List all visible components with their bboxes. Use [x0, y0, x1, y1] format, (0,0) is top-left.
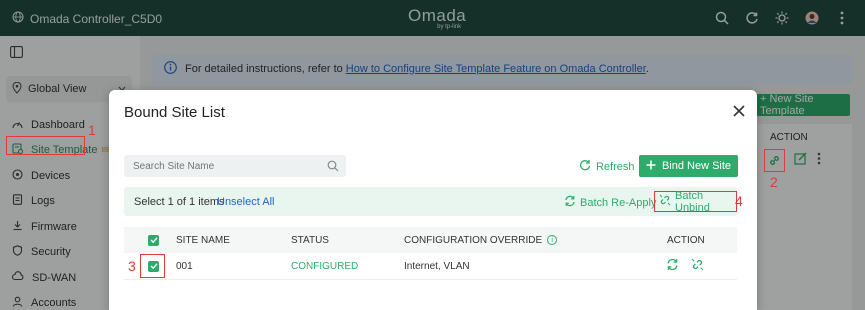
header-configuration-override: CONFIGURATION OVERRIDE i — [404, 227, 558, 253]
annotation-number-2: 2 — [770, 174, 778, 190]
annotation-number-1: 1 — [88, 122, 96, 138]
annotation-box-bind-icon — [764, 149, 785, 172]
cell-configuration-override: Internet, VLAN — [404, 260, 470, 272]
cell-status: CONFIGURED — [291, 260, 359, 272]
header-status: STATUS — [291, 234, 329, 246]
bound-site-list-modal: Bound Site List Refresh Bind New Site Se… — [109, 90, 757, 310]
bound-sites-table: SITE NAME STATUS CONFIGURATION OVERRIDE i… — [124, 227, 737, 280]
refresh-button[interactable]: Refresh — [579, 159, 635, 174]
batch-unbind-button[interactable]: Batch Unbind — [654, 189, 737, 214]
search-site-field[interactable] — [124, 155, 346, 177]
cell-site-name: 001 — [176, 260, 193, 272]
info-icon[interactable]: i — [547, 235, 558, 245]
modal-title: Bound Site List — [124, 104, 225, 121]
bind-new-site-label: Bind New Site — [661, 160, 732, 172]
unselect-all-link[interactable]: Unselect All — [217, 196, 274, 208]
table-header: SITE NAME STATUS CONFIGURATION OVERRIDE i… — [124, 227, 737, 253]
row-actions — [666, 253, 704, 279]
plus-icon — [646, 160, 656, 173]
close-icon[interactable] — [731, 103, 747, 119]
unlink-icon[interactable] — [691, 258, 704, 274]
annotation-number-3: 3 — [128, 258, 136, 274]
unlink-icon — [659, 194, 671, 209]
selection-count: Select 1 of 1 items — [134, 196, 225, 208]
reapply-icon — [564, 195, 576, 210]
search-input[interactable] — [133, 160, 323, 172]
annotation-number-4: 4 — [735, 193, 743, 209]
bind-new-site-button[interactable]: Bind New Site — [639, 155, 738, 177]
batch-reapply-label: Batch Re-Apply — [580, 196, 657, 209]
select-all-checkbox[interactable] — [148, 227, 159, 253]
refresh-icon — [579, 159, 591, 174]
refresh-label: Refresh — [596, 160, 635, 173]
batch-unbind-label: Batch Unbind — [675, 189, 710, 214]
header-action: ACTION — [667, 234, 705, 246]
selection-bar: Select 1 of 1 items Unselect All Batch R… — [124, 187, 737, 216]
table-row: 001 CONFIGURED Internet, VLAN — [124, 253, 737, 280]
annotation-box-site-template — [6, 136, 85, 155]
annotation-box-row-checkbox — [140, 254, 165, 278]
search-icon — [327, 160, 339, 175]
batch-reapply-button[interactable]: Batch Re-Apply — [564, 195, 656, 210]
header-site-name: SITE NAME — [176, 234, 230, 246]
reapply-icon[interactable] — [666, 258, 679, 274]
